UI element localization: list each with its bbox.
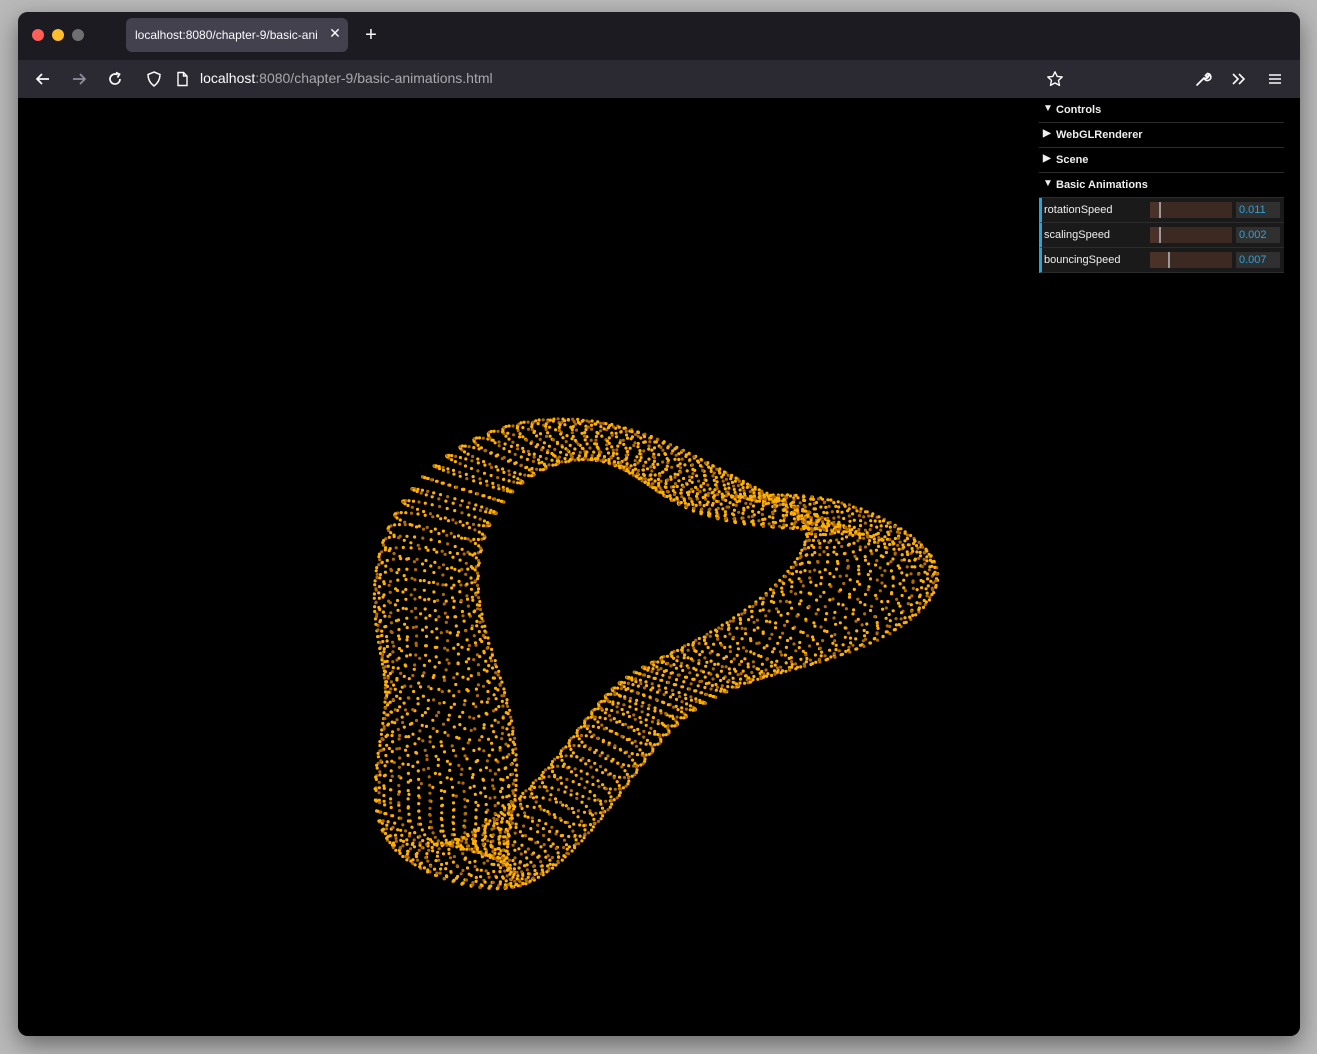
slider-fill: [1150, 227, 1160, 243]
wrench-icon[interactable]: [1193, 69, 1213, 89]
control-bouncing-speed: bouncingSpeed 0.007: [1039, 248, 1284, 273]
folder-label: Basic Animations: [1056, 179, 1148, 191]
close-tab-icon[interactable]: ✕: [328, 26, 342, 40]
folder-label: Scene: [1056, 154, 1089, 166]
arrow-right-icon[interactable]: [69, 69, 89, 89]
close-window-button[interactable]: [32, 29, 44, 41]
hamburger-menu-icon[interactable]: [1265, 69, 1285, 89]
address-bar[interactable]: localhost:8080/chapter-9/basic-animation…: [200, 70, 493, 86]
control-rotation-speed: rotationSpeed 0.011: [1039, 198, 1284, 223]
control-scaling-speed: scalingSpeed 0.002: [1039, 223, 1284, 248]
control-label: bouncingSpeed: [1044, 254, 1121, 266]
webgl-canvas[interactable]: ▼ Controls ▶ WebGLRenderer ▶ Scene ▼ Bas…: [18, 98, 1300, 1036]
control-label: scalingSpeed: [1044, 229, 1111, 241]
rotation-speed-slider[interactable]: [1150, 202, 1232, 218]
rotation-speed-input[interactable]: 0.011: [1236, 202, 1280, 218]
tab-bar: localhost:8080/chapter-9/basic-animation…: [18, 12, 1300, 60]
slider-knob[interactable]: [1168, 252, 1171, 268]
shield-icon[interactable]: [144, 69, 164, 89]
folder-scene[interactable]: ▶ Scene: [1039, 148, 1284, 173]
navigation-bar: localhost:8080/chapter-9/basic-animation…: [18, 60, 1300, 98]
chevron-right-icon: ▶: [1043, 128, 1051, 139]
browser-window: localhost:8080/chapter-9/basic-animation…: [18, 12, 1300, 1036]
star-icon[interactable]: [1045, 69, 1065, 89]
folder-controls[interactable]: ▼ Controls: [1039, 98, 1284, 123]
control-label: rotationSpeed: [1044, 204, 1113, 216]
slider-fill: [1150, 202, 1160, 218]
folder-webglrenderer[interactable]: ▶ WebGLRenderer: [1039, 123, 1284, 148]
scaling-speed-input[interactable]: 0.002: [1236, 227, 1280, 243]
folder-label: Controls: [1056, 104, 1102, 116]
page-icon: [172, 69, 192, 89]
minimize-window-button[interactable]: [52, 29, 64, 41]
chevron-down-icon: ▼: [1043, 103, 1053, 114]
chevron-double-right-icon[interactable]: [1229, 69, 1249, 89]
chevron-down-icon: ▼: [1043, 178, 1053, 189]
dat-gui-panel: ▼ Controls ▶ WebGLRenderer ▶ Scene ▼ Bas…: [1039, 98, 1284, 273]
new-tab-button[interactable]: +: [362, 25, 380, 45]
slider-knob[interactable]: [1159, 227, 1162, 243]
tab-title: localhost:8080/chapter-9/basic-animation…: [135, 28, 317, 42]
arrow-left-icon[interactable]: [33, 69, 53, 89]
folder-basic-animations[interactable]: ▼ Basic Animations: [1039, 173, 1284, 198]
scaling-speed-slider[interactable]: [1150, 227, 1232, 243]
chevron-right-icon: ▶: [1043, 153, 1051, 164]
reload-icon[interactable]: [105, 69, 125, 89]
browser-tab[interactable]: localhost:8080/chapter-9/basic-animation…: [126, 18, 348, 52]
slider-fill: [1150, 252, 1169, 268]
url-host: localhost: [200, 70, 256, 86]
folder-label: WebGLRenderer: [1056, 129, 1143, 141]
slider-knob[interactable]: [1159, 202, 1162, 218]
bouncing-speed-slider[interactable]: [1150, 252, 1232, 268]
zoom-window-button[interactable]: [72, 29, 84, 41]
bouncing-speed-input[interactable]: 0.007: [1236, 252, 1280, 268]
url-path: :8080/chapter-9/basic-animations.html: [255, 70, 493, 86]
